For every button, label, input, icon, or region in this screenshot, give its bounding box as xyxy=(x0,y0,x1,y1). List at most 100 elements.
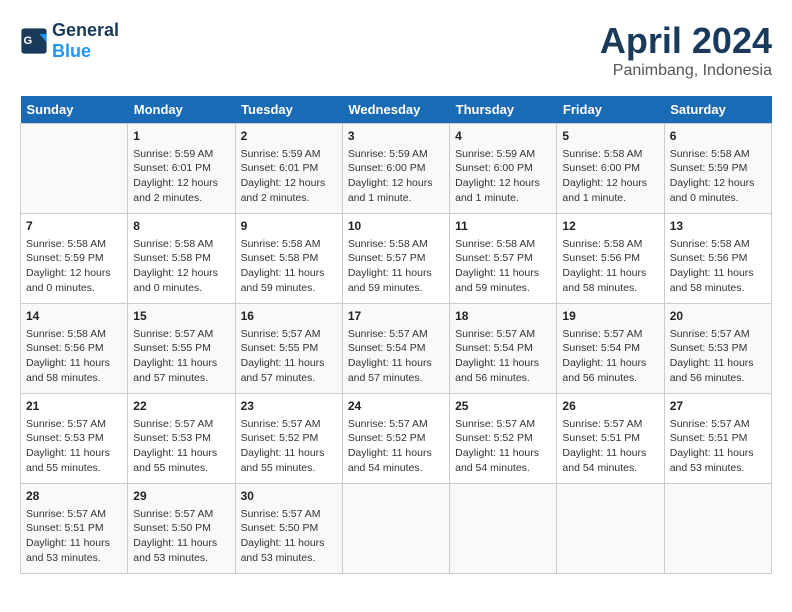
day-info-text: Sunrise: 5:59 AM xyxy=(455,147,551,162)
day-info-text: Sunset: 5:53 PM xyxy=(670,341,766,356)
day-info-text: Sunrise: 5:57 AM xyxy=(670,417,766,432)
day-number: 11 xyxy=(455,218,551,235)
calendar-cell: 30Sunrise: 5:57 AMSunset: 5:50 PMDayligh… xyxy=(235,484,342,574)
day-info-text: Daylight: 12 hours xyxy=(562,176,658,191)
day-info-text: and 56 minutes. xyxy=(670,371,766,386)
calendar-cell: 14Sunrise: 5:58 AMSunset: 5:56 PMDayligh… xyxy=(21,304,128,394)
day-number: 17 xyxy=(348,308,444,325)
day-number: 14 xyxy=(26,308,122,325)
day-info-text: Daylight: 12 hours xyxy=(133,266,229,281)
calendar-cell: 4Sunrise: 5:59 AMSunset: 6:00 PMDaylight… xyxy=(450,124,557,214)
calendar-title: April 2024 xyxy=(600,20,772,62)
day-info-text: Sunrise: 5:58 AM xyxy=(133,237,229,252)
day-info-text: Sunset: 5:50 PM xyxy=(241,521,337,536)
day-info-text: Daylight: 11 hours xyxy=(562,356,658,371)
day-info-text: Daylight: 11 hours xyxy=(348,266,444,281)
day-info-text: Sunset: 5:53 PM xyxy=(26,431,122,446)
day-info-text: Sunset: 5:55 PM xyxy=(241,341,337,356)
calendar-cell xyxy=(664,484,771,574)
day-info-text: Sunrise: 5:57 AM xyxy=(241,417,337,432)
day-info-text: Sunrise: 5:57 AM xyxy=(26,507,122,522)
day-info-text: Daylight: 11 hours xyxy=(241,266,337,281)
calendar-cell: 25Sunrise: 5:57 AMSunset: 5:52 PMDayligh… xyxy=(450,394,557,484)
day-info-text: Sunrise: 5:57 AM xyxy=(241,507,337,522)
day-number: 15 xyxy=(133,308,229,325)
calendar-cell: 1Sunrise: 5:59 AMSunset: 6:01 PMDaylight… xyxy=(128,124,235,214)
day-info-text: Sunset: 5:55 PM xyxy=(133,341,229,356)
calendar-cell: 26Sunrise: 5:57 AMSunset: 5:51 PMDayligh… xyxy=(557,394,664,484)
day-number: 21 xyxy=(26,398,122,415)
day-info-text: Sunrise: 5:59 AM xyxy=(348,147,444,162)
day-info-text: and 57 minutes. xyxy=(241,371,337,386)
col-monday: Monday xyxy=(128,96,235,124)
day-number: 4 xyxy=(455,128,551,145)
calendar-cell: 29Sunrise: 5:57 AMSunset: 5:50 PMDayligh… xyxy=(128,484,235,574)
calendar-cell: 2Sunrise: 5:59 AMSunset: 6:01 PMDaylight… xyxy=(235,124,342,214)
day-info-text: Daylight: 12 hours xyxy=(133,176,229,191)
day-info-text: and 1 minute. xyxy=(455,191,551,206)
calendar-cell: 7Sunrise: 5:58 AMSunset: 5:59 PMDaylight… xyxy=(21,214,128,304)
day-info-text: and 53 minutes. xyxy=(241,551,337,566)
day-info-text: Daylight: 11 hours xyxy=(670,266,766,281)
day-info-text: Daylight: 11 hours xyxy=(348,446,444,461)
page-header: G General Blue April 2024 Panimbang, Ind… xyxy=(20,20,772,80)
day-info-text: Sunrise: 5:57 AM xyxy=(670,327,766,342)
calendar-cell: 9Sunrise: 5:58 AMSunset: 5:58 PMDaylight… xyxy=(235,214,342,304)
day-info-text: Sunrise: 5:57 AM xyxy=(133,507,229,522)
day-info-text: Sunrise: 5:57 AM xyxy=(348,327,444,342)
day-info-text: Daylight: 12 hours xyxy=(670,176,766,191)
day-number: 23 xyxy=(241,398,337,415)
day-number: 20 xyxy=(670,308,766,325)
calendar-cell: 8Sunrise: 5:58 AMSunset: 5:58 PMDaylight… xyxy=(128,214,235,304)
col-tuesday: Tuesday xyxy=(235,96,342,124)
day-info-text: Daylight: 11 hours xyxy=(670,356,766,371)
day-info-text: and 0 minutes. xyxy=(670,191,766,206)
day-info-text: Sunset: 5:51 PM xyxy=(26,521,122,536)
day-info-text: Sunrise: 5:58 AM xyxy=(26,237,122,252)
day-info-text: Sunrise: 5:57 AM xyxy=(562,327,658,342)
day-number: 1 xyxy=(133,128,229,145)
calendar-cell: 3Sunrise: 5:59 AMSunset: 6:00 PMDaylight… xyxy=(342,124,449,214)
day-number: 9 xyxy=(241,218,337,235)
day-info-text: Sunset: 5:54 PM xyxy=(348,341,444,356)
day-number: 28 xyxy=(26,488,122,505)
day-info-text: Daylight: 11 hours xyxy=(455,266,551,281)
day-info-text: and 0 minutes. xyxy=(26,281,122,296)
day-info-text: Sunset: 6:01 PM xyxy=(241,161,337,176)
day-info-text: and 54 minutes. xyxy=(455,461,551,476)
day-info-text: Sunrise: 5:57 AM xyxy=(455,417,551,432)
day-info-text: Sunset: 5:59 PM xyxy=(670,161,766,176)
day-info-text: and 53 minutes. xyxy=(670,461,766,476)
day-info-text: and 58 minutes. xyxy=(670,281,766,296)
calendar-cell xyxy=(557,484,664,574)
day-info-text: and 58 minutes. xyxy=(26,371,122,386)
day-info-text: Sunset: 5:56 PM xyxy=(562,251,658,266)
day-info-text: Sunrise: 5:59 AM xyxy=(133,147,229,162)
day-info-text: Sunset: 5:53 PM xyxy=(133,431,229,446)
calendar-week-row: 14Sunrise: 5:58 AMSunset: 5:56 PMDayligh… xyxy=(21,304,772,394)
svg-text:G: G xyxy=(24,35,33,47)
day-info-text: Sunrise: 5:57 AM xyxy=(241,327,337,342)
day-info-text: and 55 minutes. xyxy=(241,461,337,476)
day-number: 22 xyxy=(133,398,229,415)
day-info-text: and 56 minutes. xyxy=(562,371,658,386)
day-info-text: Daylight: 12 hours xyxy=(26,266,122,281)
day-info-text: Sunrise: 5:57 AM xyxy=(348,417,444,432)
calendar-cell: 24Sunrise: 5:57 AMSunset: 5:52 PMDayligh… xyxy=(342,394,449,484)
col-sunday: Sunday xyxy=(21,96,128,124)
day-info-text: Daylight: 11 hours xyxy=(133,446,229,461)
day-info-text: Sunrise: 5:58 AM xyxy=(670,237,766,252)
day-info-text: Sunrise: 5:58 AM xyxy=(562,237,658,252)
day-number: 18 xyxy=(455,308,551,325)
day-info-text: Daylight: 11 hours xyxy=(562,266,658,281)
calendar-cell: 17Sunrise: 5:57 AMSunset: 5:54 PMDayligh… xyxy=(342,304,449,394)
day-number: 3 xyxy=(348,128,444,145)
day-info-text: and 56 minutes. xyxy=(455,371,551,386)
calendar-cell: 12Sunrise: 5:58 AMSunset: 5:56 PMDayligh… xyxy=(557,214,664,304)
title-block: April 2024 Panimbang, Indonesia xyxy=(600,20,772,80)
day-info-text: and 58 minutes. xyxy=(562,281,658,296)
calendar-week-row: 7Sunrise: 5:58 AMSunset: 5:59 PMDaylight… xyxy=(21,214,772,304)
col-saturday: Saturday xyxy=(664,96,771,124)
day-info-text: Daylight: 11 hours xyxy=(133,356,229,371)
day-info-text: and 54 minutes. xyxy=(562,461,658,476)
